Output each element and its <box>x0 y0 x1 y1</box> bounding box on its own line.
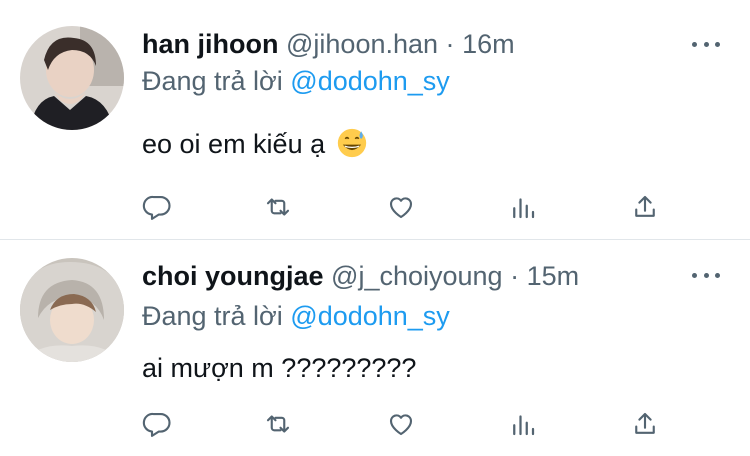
tweet-actions <box>0 404 750 444</box>
share-button[interactable] <box>625 404 665 444</box>
tweet-text: eo oi em kiếu ạ <box>142 127 367 161</box>
tweet-text: ai mượn m ????????? <box>142 351 416 385</box>
tweet-text-content: eo oi em kiếu ạ <box>142 129 326 159</box>
replying-to: Đang trả lời @dodohn_sy <box>142 300 450 332</box>
mention-link[interactable]: @dodohn_sy <box>290 66 450 96</box>
avatar[interactable] <box>20 26 124 130</box>
analytics-icon <box>513 198 535 219</box>
replying-to-label: Đang trả lời <box>142 66 283 96</box>
tweet-text-content: ai mượn m ????????? <box>142 353 417 383</box>
grinning-sweat-emoji-icon <box>337 128 366 158</box>
avatar[interactable] <box>20 258 124 362</box>
reply-button[interactable] <box>137 187 177 227</box>
like-icon <box>389 197 413 219</box>
reply-icon <box>142 195 171 220</box>
like-button[interactable] <box>381 404 421 444</box>
like-icon <box>389 414 413 436</box>
retweet-icon <box>266 198 290 216</box>
timestamp[interactable]: 15m <box>527 261 580 291</box>
analytics-icon <box>513 415 535 436</box>
display-name[interactable]: han jihoon <box>142 29 278 59</box>
tweet-actions <box>0 187 750 227</box>
like-button[interactable] <box>381 187 421 227</box>
reply-button[interactable] <box>137 404 177 444</box>
user-handle[interactable]: @jihoon.han <box>286 29 438 59</box>
share-icon <box>635 412 655 434</box>
avatar-photo <box>20 258 124 362</box>
timestamp[interactable]: 16m <box>462 29 515 59</box>
reply-icon <box>142 412 171 437</box>
share-icon <box>635 195 655 217</box>
separator: · <box>510 261 520 291</box>
share-button[interactable] <box>625 187 665 227</box>
user-handle[interactable]: @j_choiyoung <box>331 261 503 291</box>
analytics-button[interactable] <box>503 187 543 227</box>
avatar-photo <box>20 26 124 130</box>
more-options-icon[interactable] <box>692 39 720 49</box>
tweet-header: choi youngjae @j_choiyoung · 15m <box>142 260 579 292</box>
retweet-button[interactable] <box>258 187 298 227</box>
tweet-header: han jihoon @jihoon.han · 16m <box>142 28 515 60</box>
separator: · <box>445 29 455 59</box>
analytics-button[interactable] <box>503 404 543 444</box>
replying-to: Đang trả lời @dodohn_sy <box>142 65 450 97</box>
retweet-icon <box>266 415 290 433</box>
more-options-icon[interactable] <box>692 270 720 280</box>
retweet-button[interactable] <box>258 404 298 444</box>
display-name[interactable]: choi youngjae <box>142 261 324 291</box>
mention-link[interactable]: @dodohn_sy <box>290 301 450 331</box>
tweet[interactable]: han jihoon @jihoon.han · 16m Đang trả lờ… <box>0 0 750 240</box>
tweet[interactable]: choi youngjae @j_choiyoung · 15m Đang tr… <box>0 240 750 456</box>
replying-to-label: Đang trả lời <box>142 301 283 331</box>
